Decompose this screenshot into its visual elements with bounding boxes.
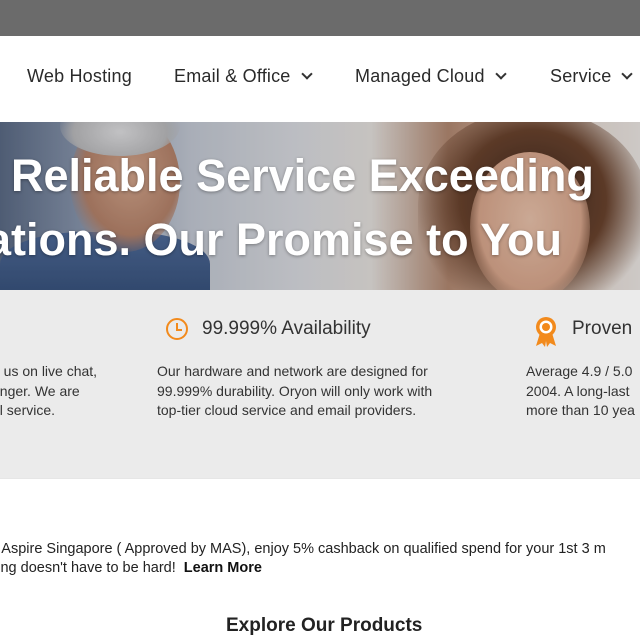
promo-text-line2: king doesn't have to be hard! Learn More xyxy=(0,560,262,576)
nav-item-managed-cloud[interactable]: Managed Cloud xyxy=(355,66,507,87)
nav-item-web-hosting[interactable]: Web Hosting xyxy=(27,66,132,87)
features-section: h us on live chat, enger. We are al serv… xyxy=(0,290,640,478)
chevron-down-icon xyxy=(621,68,634,80)
learn-more-link[interactable]: Learn More xyxy=(184,560,262,576)
chevron-down-icon xyxy=(300,68,313,80)
feature-text-line: h us on live chat, xyxy=(0,363,98,379)
feature-text-line: Our hardware and network are designed fo… xyxy=(157,363,428,379)
nav-item-label: Service xyxy=(550,66,612,86)
feature-text-line: Average 4.9 / 5.0 xyxy=(526,363,633,379)
hero-banner: , Reliable Service Exceeding ations. Our… xyxy=(0,122,640,290)
clock-icon xyxy=(166,318,188,340)
award-ribbon-icon xyxy=(536,317,556,347)
feature-text-line: 99.999% durability. Oryon will only work… xyxy=(157,382,433,399)
feature-title-text: 99.999% Availability xyxy=(202,318,371,339)
explore-products-heading: Explore Our Products xyxy=(226,615,423,636)
browser-top-bar xyxy=(0,0,640,36)
nav-item-service[interactable]: Service xyxy=(550,66,634,87)
promo-text: king doesn't have to be hard! xyxy=(0,560,176,576)
nav-item-label: Managed Cloud xyxy=(355,66,485,86)
chevron-down-icon xyxy=(495,68,507,80)
feature-text-line: 2004. A long-last xyxy=(526,382,630,399)
feature-text-line: al service. xyxy=(0,402,56,418)
feature-text-line: enger. We are xyxy=(0,382,80,399)
promo-section: n Aspire Singapore ( Approved by MAS), e… xyxy=(0,478,640,640)
hero-headline-line2: ations. Our Promise to You xyxy=(0,214,562,265)
nav-item-label: Web Hosting xyxy=(27,66,132,86)
feature-proven-text: Average 4.9 / 5.0 2004. A long-last more… xyxy=(526,362,635,421)
feature-text-line: more than 10 yea xyxy=(526,402,635,418)
feature-availability-text: Our hardware and network are designed fo… xyxy=(157,362,432,421)
main-navigation: Web Hosting Email & Office Managed Cloud… xyxy=(0,36,640,122)
feature-availability-title: 99.999% Availability xyxy=(166,318,371,340)
nav-item-label: Email & Office xyxy=(174,66,291,86)
feature-title-text: Proven xyxy=(572,318,633,339)
feature-support-text: h us on live chat, enger. We are al serv… xyxy=(0,362,97,421)
nav-item-email-office[interactable]: Email & Office xyxy=(174,66,313,87)
feature-text-line: top-tier cloud service and email provide… xyxy=(157,402,417,418)
hero-headline-line1: , Reliable Service Exceeding xyxy=(0,150,594,201)
feature-proven-title: Proven xyxy=(572,318,632,340)
promo-text-line1: n Aspire Singapore ( Approved by MAS), e… xyxy=(0,541,606,557)
